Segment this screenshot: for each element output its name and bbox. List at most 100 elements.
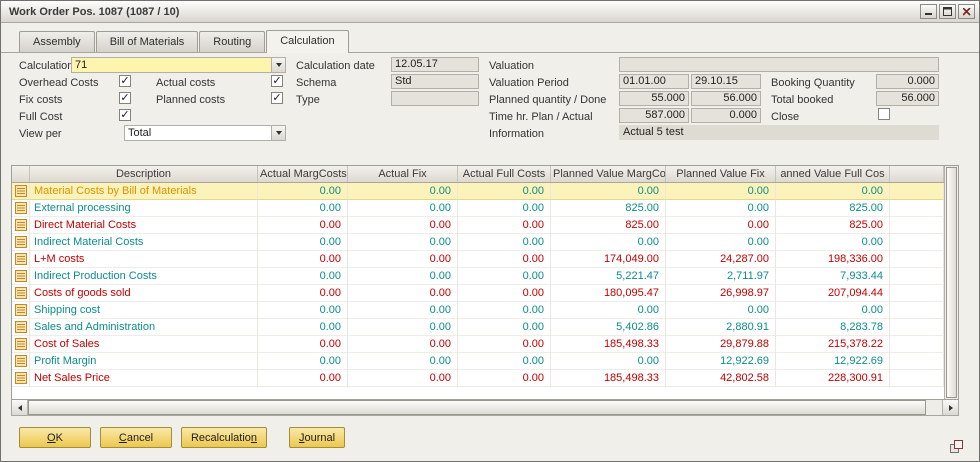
column-header[interactable]: Description (30, 166, 258, 182)
window-controls (920, 4, 975, 19)
column-header[interactable]: Actual MargCosts (258, 166, 348, 182)
row-detail-icon[interactable] (12, 370, 30, 387)
ok-button[interactable]: OK (19, 427, 91, 448)
actual-full-costs-cell: 0.00 (458, 336, 551, 353)
row-filler (890, 234, 944, 251)
vertical-scrollbar-thumb[interactable] (946, 167, 957, 398)
row-detail-icon[interactable] (12, 183, 30, 200)
planned-costs-checkbox[interactable] (271, 92, 283, 104)
titlebar[interactable]: Work Order Pos. 1087 (1087 / 10) (1, 1, 979, 23)
table-row[interactable]: L+M costs 0.00 0.00 0.00 174,049.00 24,2… (12, 251, 944, 268)
planned-value-margcosts-cell: 180,095.47 (551, 285, 666, 302)
row-detail-icon[interactable] (12, 234, 30, 251)
full-cost-checkbox[interactable] (119, 109, 131, 121)
row-detail-icon[interactable] (12, 285, 30, 302)
fix-costs-label: Fix costs (19, 94, 62, 106)
row-filler (890, 353, 944, 370)
resize-grip-icon[interactable] (949, 439, 964, 457)
table-row[interactable]: Net Sales Price 0.00 0.00 0.00 185,498.3… (12, 370, 944, 387)
scroll-right-icon[interactable] (942, 400, 958, 415)
calculation-date-field[interactable]: 12.05.17 (391, 57, 479, 72)
row-filler (890, 217, 944, 234)
scroll-left-icon[interactable] (12, 400, 28, 415)
table-row[interactable]: Shipping cost 0.00 0.00 0.00 0.00 0.00 0… (12, 302, 944, 319)
chevron-down-icon[interactable] (272, 125, 286, 141)
table-row[interactable]: Indirect Production Costs 0.00 0.00 0.00… (12, 268, 944, 285)
column-header[interactable]: Actual Fix (348, 166, 458, 182)
column-header[interactable]: Planned Value Fix (666, 166, 776, 182)
actual-costs-checkbox[interactable] (271, 75, 283, 87)
recalculation-button[interactable]: Recalculation (181, 427, 267, 448)
tab-routing[interactable]: Routing (199, 31, 265, 52)
time-actual-field[interactable]: 0.000 (691, 108, 761, 123)
valuation-period-from-field[interactable]: 01.01.00 (619, 74, 689, 89)
tab-calculation[interactable]: Calculation (266, 30, 348, 53)
actual-fix-cell: 0.00 (348, 200, 458, 217)
planned-quantity-field[interactable]: 55.000 (619, 91, 689, 106)
type-field[interactable] (391, 91, 479, 106)
row-description: L+M costs (30, 251, 258, 268)
actual-full-costs-cell: 0.00 (458, 268, 551, 285)
column-header[interactable]: Planned Value MargCosts (551, 166, 666, 182)
horizontal-scrollbar[interactable] (11, 400, 959, 416)
fix-costs-checkbox[interactable] (119, 92, 131, 104)
row-filler (890, 183, 944, 200)
table-row[interactable]: Material Costs by Bill of Materials 0.00… (12, 183, 944, 200)
row-detail-icon[interactable] (12, 200, 30, 217)
time-plan-field[interactable]: 587.000 (619, 108, 689, 123)
schema-label: Schema (296, 77, 336, 89)
actual-full-costs-cell: 0.00 (458, 234, 551, 251)
row-detail-icon[interactable] (12, 319, 30, 336)
column-header[interactable]: Actual Full Costs (458, 166, 551, 182)
valuation-period-to-field[interactable]: 29.10.15 (691, 74, 761, 89)
planned-value-fix-cell: 29,879.88 (666, 336, 776, 353)
total-booked-field[interactable]: 56.000 (876, 91, 939, 106)
actual-fix-cell: 0.00 (348, 336, 458, 353)
planned-done-field[interactable]: 56.000 (691, 91, 761, 106)
row-detail-icon[interactable] (12, 251, 30, 268)
table-row[interactable]: Direct Material Costs 0.00 0.00 0.00 825… (12, 217, 944, 234)
table-row[interactable]: Costs of goods sold 0.00 0.00 0.00 180,0… (12, 285, 944, 302)
table-row[interactable]: Profit Margin 0.00 0.00 0.00 0.00 12,922… (12, 353, 944, 370)
row-filler (890, 302, 944, 319)
view-per-combo[interactable]: Total (124, 125, 286, 141)
minimize-icon[interactable] (920, 4, 937, 19)
planned-value-margcosts-cell: 5,221.47 (551, 268, 666, 285)
close-icon[interactable] (958, 4, 975, 19)
tab-bill-of-materials[interactable]: Bill of Materials (96, 31, 199, 52)
valuation-field[interactable] (619, 57, 939, 72)
close-checkbox[interactable] (878, 108, 890, 120)
maximize-icon[interactable] (939, 4, 956, 19)
chevron-down-icon[interactable] (272, 57, 286, 73)
planned-value-margcosts-cell: 0.00 (551, 183, 666, 200)
table-row[interactable]: External processing 0.00 0.00 0.00 825.0… (12, 200, 944, 217)
planned-value-margcosts-cell: 825.00 (551, 217, 666, 234)
vertical-scrollbar[interactable] (944, 166, 958, 399)
tab-assembly[interactable]: Assembly (19, 31, 95, 52)
table-row[interactable]: Sales and Administration 0.00 0.00 0.00 … (12, 319, 944, 336)
overhead-costs-checkbox[interactable] (119, 75, 131, 87)
actual-margcosts-cell: 0.00 (258, 217, 348, 234)
column-header[interactable]: anned Value Full Cos (776, 166, 890, 182)
row-detail-icon[interactable] (12, 217, 30, 234)
row-detail-icon[interactable] (12, 353, 30, 370)
planned-value-fix-cell: 0.00 (666, 234, 776, 251)
calculation-label: Calculation (19, 60, 73, 72)
booking-quantity-label: Booking Quantity (771, 77, 855, 89)
row-detail-icon[interactable] (12, 302, 30, 319)
planned-value-margcosts-cell: 174,049.00 (551, 251, 666, 268)
booking-quantity-field[interactable]: 0.000 (876, 74, 939, 89)
planned-quantity-label: Planned quantity / Done (489, 94, 606, 106)
table-row[interactable]: Cost of Sales 0.00 0.00 0.00 185,498.33 … (12, 336, 944, 353)
valuation-period-label: Valuation Period (489, 77, 569, 89)
journal-button[interactable]: Journal (289, 427, 345, 448)
row-detail-icon[interactable] (12, 336, 30, 353)
planned-value-full-costs-cell: 0.00 (776, 302, 890, 319)
horizontal-scrollbar-thumb[interactable] (28, 400, 926, 415)
row-detail-icon[interactable] (12, 268, 30, 285)
table-row[interactable]: Indirect Material Costs 0.00 0.00 0.00 0… (12, 234, 944, 251)
planned-value-full-costs-cell: 228,300.91 (776, 370, 890, 387)
calculation-combo[interactable]: 71 (71, 57, 286, 73)
cancel-button[interactable]: Cancel (100, 427, 172, 448)
schema-field[interactable]: Std (391, 74, 479, 89)
